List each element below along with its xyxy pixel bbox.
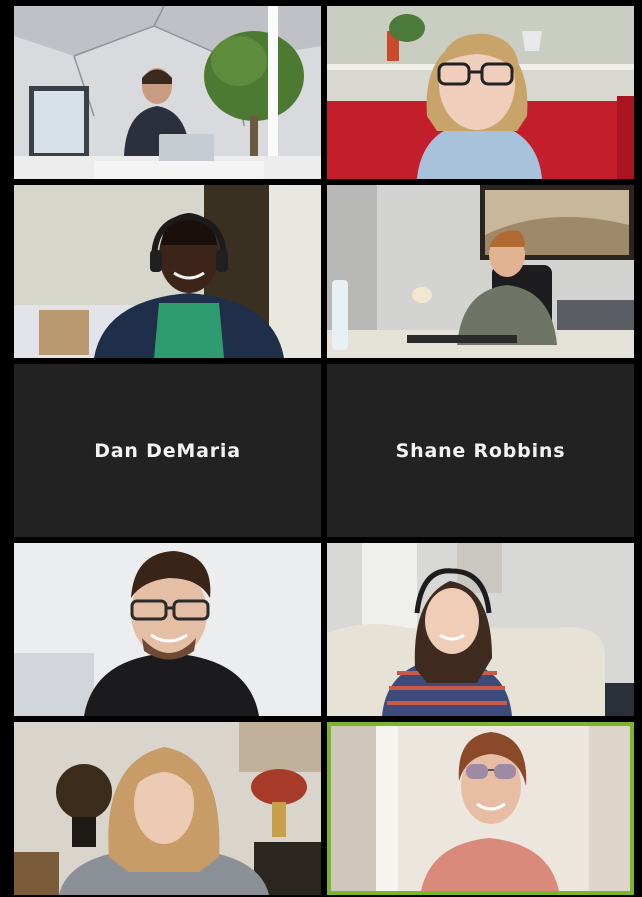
participant-name: Dan DeMaria <box>94 439 241 462</box>
participant-video-feed <box>327 185 634 358</box>
participant-video-feed <box>327 543 634 716</box>
participant-video-tile[interactable] <box>14 6 321 179</box>
participant-video-feed <box>14 6 321 179</box>
participant-video-feed <box>14 543 321 716</box>
participant-video-feed <box>14 722 321 895</box>
participant-video-feed <box>327 6 634 179</box>
participant-video-tile[interactable] <box>327 185 634 358</box>
participant-video-tile[interactable] <box>327 6 634 179</box>
participant-name: Shane Robbins <box>395 439 566 462</box>
participant-video-tile[interactable] <box>14 185 321 358</box>
participant-video-tile[interactable] <box>14 543 321 716</box>
participant-video-feed <box>331 726 630 891</box>
participant-video-tile[interactable] <box>14 722 321 895</box>
participant-name-tile[interactable]: Shane Robbins <box>327 364 634 537</box>
active-speaker-video-tile[interactable] <box>327 722 634 895</box>
participant-video-tile[interactable] <box>327 543 634 716</box>
participant-video-feed <box>14 185 321 358</box>
participant-name-tile[interactable]: Dan DeMaria <box>14 364 321 537</box>
